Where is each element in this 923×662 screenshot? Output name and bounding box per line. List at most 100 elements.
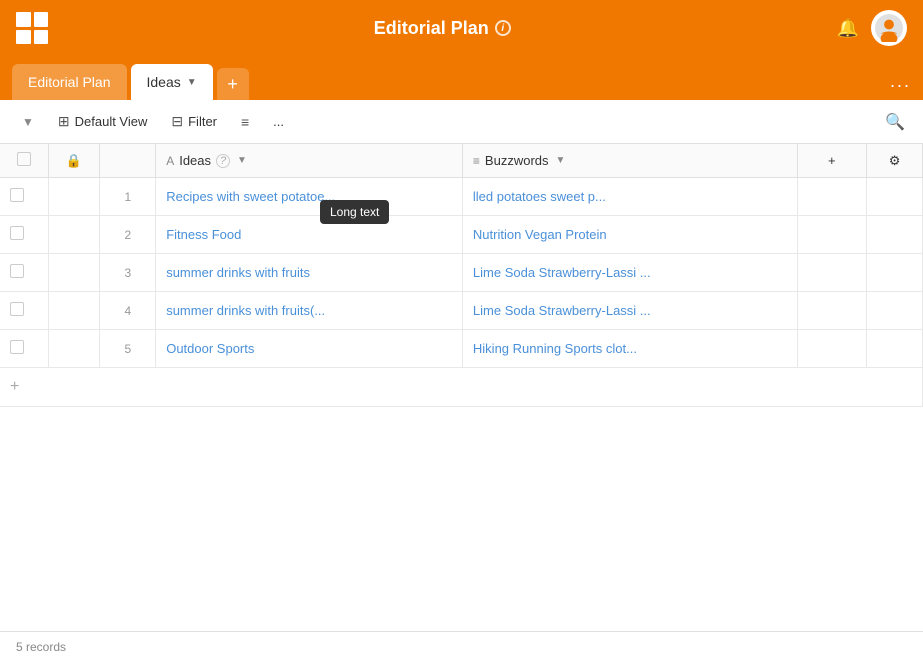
content-area: ▼ ⊞ Default View ⊟ Filter ≡ ... 🔍	[0, 100, 923, 662]
search-button[interactable]: 🔍	[879, 106, 911, 138]
row-4-ideas-text: summer drinks with fruits(...	[166, 303, 325, 318]
th-rownum	[100, 144, 156, 178]
row-2-ideas-text: Fitness Food	[166, 227, 241, 242]
buzzwords-col-icon: ≡	[473, 154, 480, 168]
ideas-col-chevron[interactable]: ▼	[237, 155, 247, 166]
add-record-icon: +	[10, 378, 19, 395]
tab-bar: Editorial Plan Ideas ▼ + ...	[0, 56, 923, 100]
view-icon: ⊞	[58, 113, 70, 130]
ideas-col-label: Ideas	[179, 153, 211, 168]
tab-ideas-chevron: ▼	[187, 77, 197, 88]
row-lock	[48, 330, 100, 368]
row-2-settings	[867, 216, 923, 254]
collapse-button[interactable]: ▼	[12, 110, 44, 134]
row-1-buzzwords-text: lled potatoes sweet p...	[473, 189, 606, 204]
records-count: 5 records	[16, 640, 66, 654]
row-2-num: 2	[100, 216, 156, 254]
row-2-extra	[797, 216, 867, 254]
tabs-more-button[interactable]: ...	[890, 71, 911, 100]
header-right: 🔔	[837, 10, 907, 46]
group-button[interactable]: ≡	[231, 109, 259, 135]
table-row: 3 summer drinks with fruits Lime Soda St…	[0, 254, 923, 292]
th-checkbox	[0, 144, 48, 178]
filter-label: Filter	[188, 114, 217, 129]
tab-ideas[interactable]: Ideas ▼	[131, 64, 213, 100]
row-2-checkbox[interactable]	[10, 226, 24, 240]
row-lock	[48, 254, 100, 292]
row-3-buzzwords-text: Lime Soda Strawberry-Lassi ...	[473, 265, 651, 280]
table-row: 2 Fitness Food Nutrition Vegan Protein	[0, 216, 923, 254]
ideas-help-icon[interactable]: ?	[216, 154, 230, 168]
table-row: 5 Outdoor Sports Hiking Running Sports c…	[0, 330, 923, 368]
th-settings[interactable]: ⚙	[867, 144, 923, 178]
footer: 5 records	[0, 631, 923, 662]
row-5-buzzwords-text: Hiking Running Sports clot...	[473, 341, 637, 356]
row-3-buzzwords: Lime Soda Strawberry-Lassi ...	[462, 254, 797, 292]
row-5-ideas-text: Outdoor Sports	[166, 341, 254, 356]
expand-icon: ▼	[22, 115, 34, 129]
avatar[interactable]	[871, 10, 907, 46]
filter-icon: ⊟	[171, 113, 183, 130]
row-5-settings	[867, 330, 923, 368]
buzzwords-col-chevron[interactable]: ▼	[556, 155, 566, 166]
top-header: Editorial Plan i 🔔	[0, 0, 923, 56]
row-5-checkbox[interactable]	[10, 340, 24, 354]
th-ideas: A Ideas ? ▼	[156, 144, 463, 178]
row-lock	[48, 292, 100, 330]
table-header-row: 🔒 A Ideas ? ▼ ≡ Buzzw	[0, 144, 923, 178]
default-view-label: Default View	[75, 114, 148, 129]
row-1-settings	[867, 178, 923, 216]
main-table: 🔒 A Ideas ? ▼ ≡ Buzzw	[0, 144, 923, 407]
add-record-cell[interactable]: +	[0, 368, 923, 407]
row-4-extra	[797, 292, 867, 330]
row-1-ideas-text: Recipes with sweet potatoe...	[166, 189, 335, 204]
row-2-buzzwords: Nutrition Vegan Protein	[462, 216, 797, 254]
table-container: 🔒 A Ideas ? ▼ ≡ Buzzw	[0, 144, 923, 631]
grid-icon[interactable]	[16, 12, 48, 44]
row-checkbox	[0, 330, 48, 368]
row-checkbox	[0, 178, 48, 216]
row-4-buzzwords: Lime Soda Strawberry-Lassi ...	[462, 292, 797, 330]
tab-ideas-label: Ideas	[147, 74, 181, 90]
settings-icon: ⚙	[889, 153, 901, 168]
lock-icon: 🔒	[66, 153, 82, 168]
bell-icon[interactable]: 🔔	[837, 18, 859, 39]
row-3-extra	[797, 254, 867, 292]
add-tab-button[interactable]: +	[217, 68, 249, 100]
row-1-buzzwords: lled potatoes sweet p... Long text	[462, 178, 797, 216]
filter-button[interactable]: ⊟ Filter	[161, 108, 227, 135]
row-1-extra	[797, 178, 867, 216]
page-title: Editorial Plan i	[374, 18, 511, 39]
header-left	[16, 12, 48, 44]
tab-editorial-plan[interactable]: Editorial Plan	[12, 64, 127, 100]
row-lock	[48, 178, 100, 216]
default-view-button[interactable]: ⊞ Default View	[48, 108, 157, 135]
table-row: 4 summer drinks with fruits(... Lime Sod…	[0, 292, 923, 330]
row-1-checkbox[interactable]	[10, 188, 24, 202]
row-4-checkbox[interactable]	[10, 302, 24, 316]
row-5-num: 5	[100, 330, 156, 368]
row-5-ideas[interactable]: Outdoor Sports	[156, 330, 463, 368]
row-1-ideas[interactable]: Recipes with sweet potatoe...	[156, 178, 463, 216]
row-5-buzzwords: Hiking Running Sports clot...	[462, 330, 797, 368]
row-4-buzzwords-text: Lime Soda Strawberry-Lassi ...	[473, 303, 651, 318]
select-all-checkbox[interactable]	[17, 152, 31, 166]
row-checkbox	[0, 216, 48, 254]
row-3-ideas-text: summer drinks with fruits	[166, 265, 310, 280]
row-lock	[48, 216, 100, 254]
info-icon[interactable]: i	[495, 20, 511, 36]
row-3-ideas[interactable]: summer drinks with fruits	[156, 254, 463, 292]
th-lock: 🔒	[48, 144, 100, 178]
tab-editorial-label: Editorial Plan	[28, 74, 111, 90]
toolbar-more-dots: ...	[273, 114, 284, 129]
toolbar-more-button[interactable]: ...	[263, 109, 294, 134]
group-icon: ≡	[241, 114, 249, 130]
th-add-col[interactable]: +	[797, 144, 867, 178]
row-2-ideas[interactable]: Fitness Food	[156, 216, 463, 254]
row-3-checkbox[interactable]	[10, 264, 24, 278]
row-1-num: 1	[100, 178, 156, 216]
title-text: Editorial Plan	[374, 18, 489, 39]
table-row: 1 Recipes with sweet potatoe... lled pot…	[0, 178, 923, 216]
row-4-settings	[867, 292, 923, 330]
row-4-ideas[interactable]: summer drinks with fruits(...	[156, 292, 463, 330]
